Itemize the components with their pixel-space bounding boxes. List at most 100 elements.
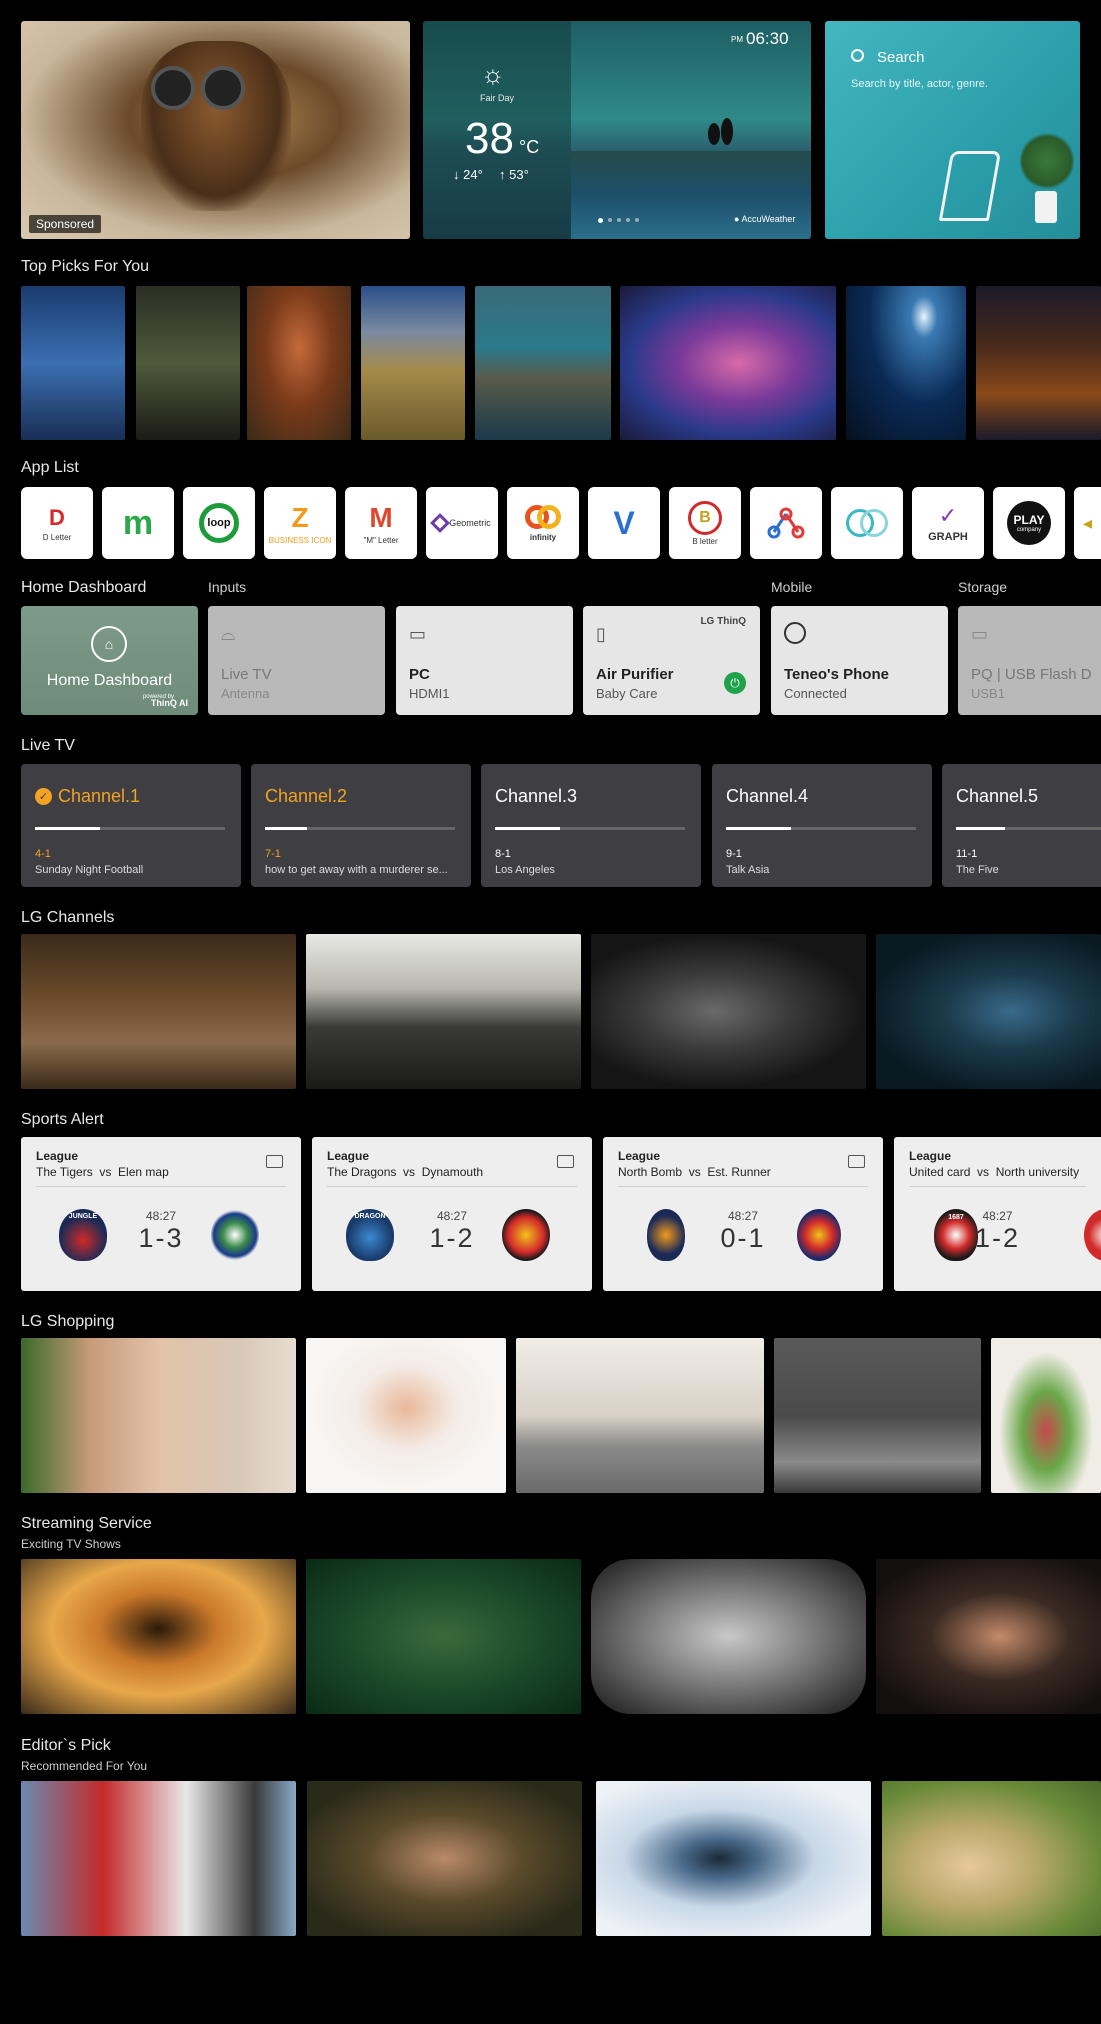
channel-card-2[interactable]: Channel.2 7-1 how to get away with a mur… [251, 764, 471, 887]
air-purifier-card[interactable]: ▯ LG ThinQ Air Purifier Baby Care ⏻ [583, 606, 760, 715]
mobile-phone-card[interactable]: Teneo's Phone Connected [771, 606, 948, 715]
input-live-tv-title: Live TV [221, 666, 272, 683]
editors-thumb-4[interactable] [882, 1781, 1101, 1936]
section-lg-shopping: LG Shopping [21, 1313, 115, 1330]
shopping-thumb-1[interactable] [21, 1338, 296, 1493]
app-label: D Letter [42, 532, 72, 542]
streaming-thumb-3[interactable] [591, 1559, 866, 1714]
away-team: Elen map [118, 1165, 169, 1179]
lg-channel-thumb-1[interactable] [21, 934, 296, 1089]
channel-card-1[interactable]: ✓ Channel.1 4-1 Sunday Night Football [21, 764, 241, 887]
shopping-thumb-4[interactable] [774, 1338, 981, 1493]
app-label: PLAY [1013, 513, 1045, 527]
sports-card-4[interactable]: League United card vs North university 1… [894, 1137, 1101, 1291]
app-label: BUSINESS ICON [268, 535, 332, 545]
streaming-thumb-4[interactable] [876, 1559, 1101, 1714]
lg-channel-thumb-2[interactable] [306, 934, 581, 1089]
app-infinity[interactable]: infinity [507, 487, 579, 559]
section-lg-channels: LG Channels [21, 909, 115, 926]
shopping-thumb-3[interactable] [516, 1338, 764, 1493]
sports-league: League [36, 1149, 79, 1163]
storage-usb-sub: USB1 [971, 686, 1005, 701]
app-label: infinity [529, 532, 557, 542]
app-loop[interactable]: loop [183, 487, 255, 559]
app-m-green[interactable]: m [102, 487, 174, 559]
weather-widget[interactable]: ☼ Fair Day 38 °C ↓ 24° ↑ 53° PM 06:30 ● … [423, 21, 811, 239]
phone-status-icon [784, 622, 806, 644]
match-score: 1-3 [138, 1223, 184, 1253]
shopping-thumb-2[interactable] [306, 1338, 506, 1493]
home-dashboard-card[interactable]: ⌂ Home Dashboard powered by ThinQ AI [21, 606, 198, 715]
progress-fill [956, 827, 1006, 830]
m-letter-icon: M [369, 501, 393, 533]
channel-number: 7-1 [265, 848, 281, 860]
channel-card-4[interactable]: Channel.4 9-1 Talk Asia [712, 764, 932, 887]
streaming-thumb-1[interactable] [21, 1559, 296, 1714]
channel-program: Talk Asia [726, 864, 770, 876]
power-icon[interactable]: ⏻ [724, 672, 746, 694]
sponsored-badge: Sponsored [29, 215, 102, 233]
app-partial[interactable]: ◂ [1074, 487, 1101, 559]
lg-channel-thumb-3[interactable] [591, 934, 866, 1089]
app-business-icon[interactable]: Z BUSINESS ICON [264, 487, 336, 559]
shopping-thumb-5[interactable] [991, 1338, 1101, 1493]
sports-card-1[interactable]: League The Tigers vs Elen map JUNGLE 48:… [21, 1137, 301, 1291]
channel-name: Channel.1 [58, 786, 141, 806]
tv-icon[interactable] [266, 1155, 283, 1168]
sports-card-2[interactable]: League The Dragons vs Dynamouth DRAGON 4… [312, 1137, 592, 1291]
top-pick-1[interactable] [21, 286, 125, 440]
channel-program: how to get away with a murderer se... [265, 864, 448, 876]
sports-card-3[interactable]: League North Bomb vs Est. Runner 48:27 0… [603, 1137, 883, 1291]
geometric-logo: Geometric [430, 513, 491, 533]
app-graph[interactable]: ✓ GRAPH [912, 487, 984, 559]
streaming-thumb-2[interactable] [306, 1559, 581, 1714]
versus: vs [688, 1165, 701, 1179]
editors-thumb-1[interactable] [21, 1781, 296, 1936]
air-purifier-title: Air Purifier [596, 666, 674, 683]
channel-card-5[interactable]: Channel.5 11-1 The Five [942, 764, 1101, 887]
top-pick-5[interactable] [475, 286, 611, 440]
top-pick-3[interactable] [247, 286, 351, 440]
match-time: 48:27 [982, 1209, 1013, 1223]
search-widget[interactable]: Search Search by title, actor, genre. [825, 21, 1080, 239]
weather-landscape [571, 151, 811, 239]
infinity-icon [523, 504, 563, 531]
weather-low: ↓ 24° [453, 167, 483, 182]
tv-icon[interactable] [848, 1155, 865, 1168]
top-pick-4[interactable] [361, 286, 465, 440]
graph-icon: ✓ [938, 503, 958, 528]
antenna-icon: ⌓ [221, 624, 236, 644]
channel-card-3[interactable]: Channel.3 8-1 Los Angeles [481, 764, 701, 887]
input-live-tv-sub: Antenna [221, 686, 270, 701]
lg-channel-thumb-4[interactable] [876, 934, 1101, 1089]
match-score: 0-1 [720, 1223, 766, 1253]
app-play[interactable]: PLAY company [993, 487, 1065, 559]
channel-progress [956, 827, 1101, 830]
input-live-tv-card[interactable]: ⌓ Live TV Antenna [208, 606, 385, 715]
storage-usb-card[interactable]: ▭ PQ | USB Flash D USB1 [958, 606, 1101, 715]
app-v[interactable]: V [588, 487, 660, 559]
time-period: PM [731, 35, 743, 44]
app-rings[interactable] [831, 487, 903, 559]
app-geometric[interactable]: Geometric [426, 487, 498, 559]
editors-thumb-3[interactable] [596, 1781, 871, 1936]
top-pick-8[interactable] [976, 286, 1101, 440]
top-pick-2[interactable] [136, 286, 240, 440]
weather-provider: ● AccuWeather [734, 214, 796, 224]
editors-thumb-2[interactable] [307, 1781, 582, 1936]
input-pc-card[interactable]: ▭ PC HDMI1 [396, 606, 573, 715]
top-pick-6[interactable] [620, 286, 836, 440]
app-b-letter[interactable]: B B letter [669, 487, 741, 559]
tv-icon[interactable] [557, 1155, 574, 1168]
loop-icon: loop [199, 503, 239, 543]
app-label: "M" Letter [363, 535, 399, 545]
top-pick-7[interactable] [846, 286, 966, 440]
sponsored-banner[interactable]: Sponsored [21, 21, 410, 239]
app-d-letter[interactable]: D D Letter [21, 487, 93, 559]
air-purifier-sub: Baby Care [596, 686, 658, 701]
channel-progress [495, 827, 685, 830]
app-network[interactable] [750, 487, 822, 559]
plant-pot [1035, 191, 1057, 223]
app-m-letter[interactable]: M "M" Letter [345, 487, 417, 559]
channel-program: The Five [956, 864, 999, 876]
